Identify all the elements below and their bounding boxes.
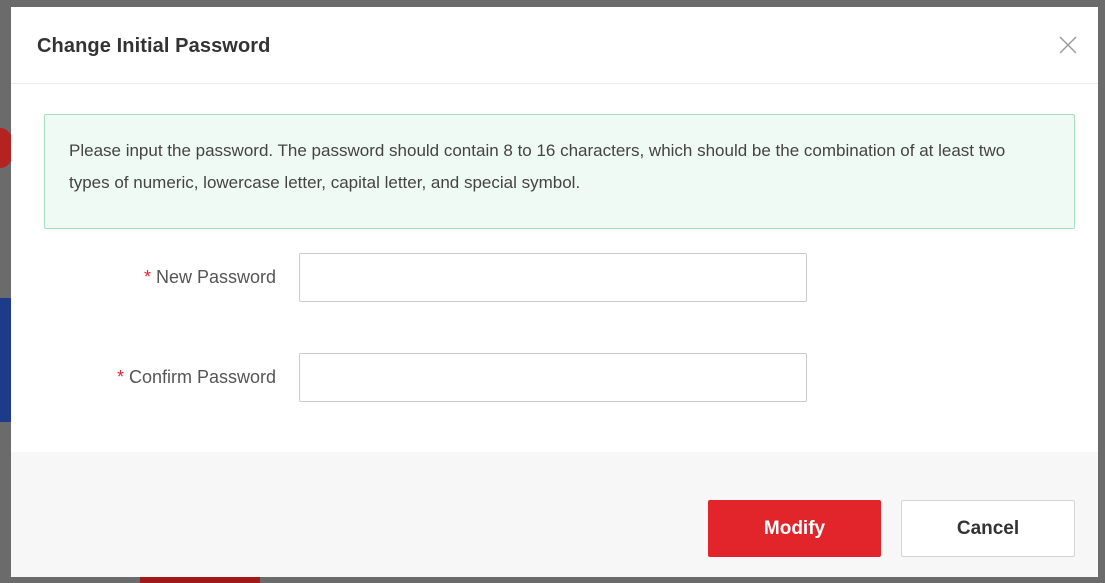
dialog-title: Change Initial Password: [37, 35, 271, 57]
confirm-password-label: * Confirm Password: [117, 367, 276, 388]
cancel-button[interactable]: Cancel: [901, 500, 1075, 557]
confirm-password-input[interactable]: [299, 353, 807, 402]
dialog-footer: Modify Cancel: [11, 452, 1098, 577]
new-password-input[interactable]: [299, 253, 807, 302]
dialog-header: Change Initial Password: [11, 7, 1098, 84]
modify-button[interactable]: Modify: [708, 500, 881, 557]
required-marker: *: [143, 267, 151, 287]
new-password-label-text: New Password: [155, 267, 276, 287]
new-password-row: * New Password: [11, 253, 1098, 303]
confirm-password-label-text: Confirm Password: [128, 367, 276, 387]
change-password-dialog: Change Initial Password Please input the…: [11, 7, 1098, 577]
confirm-password-row: * Confirm Password: [11, 353, 1098, 403]
new-password-label: * New Password: [144, 267, 276, 288]
password-requirements-notice: Please input the password. The password …: [44, 114, 1075, 229]
close-button[interactable]: [1057, 34, 1079, 56]
required-marker: *: [116, 367, 124, 387]
close-icon: [1059, 36, 1077, 54]
